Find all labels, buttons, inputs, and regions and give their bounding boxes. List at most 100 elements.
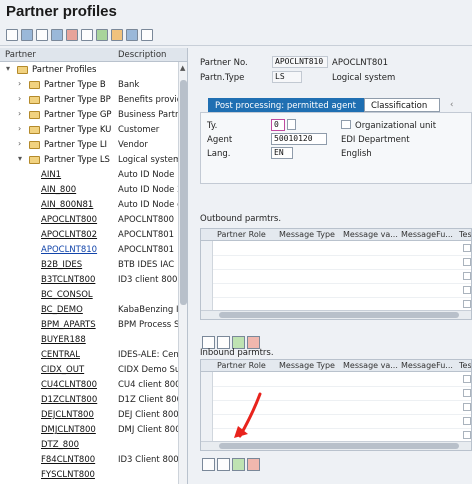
col-message-variant[interactable]: Message va...	[343, 361, 398, 370]
tree-partner[interactable]: CU4CLNT800 CU4 client 800	[0, 379, 178, 394]
col-test[interactable]: Tes	[459, 361, 471, 370]
tree-partner-label[interactable]: BPM_APARTS	[41, 320, 96, 330]
inbound-hscroll-thumb[interactable]	[219, 443, 459, 449]
tree-partner-type[interactable]: › Partner Type B Bank	[0, 79, 178, 94]
grid-row[interactable]	[213, 269, 471, 270]
expand-arrow-icon[interactable]: ›	[18, 124, 21, 133]
col-message-function[interactable]: MessageFu...	[401, 361, 453, 370]
create-inbound-icon[interactable]	[232, 458, 245, 471]
tree-partner-label[interactable]: APOCLNT802	[41, 230, 97, 240]
save-icon[interactable]	[126, 29, 138, 41]
tree-icon[interactable]	[96, 29, 108, 41]
tree-partner-label[interactable]: FYSCLNT800	[41, 470, 95, 480]
tree-partner-label[interactable]: APOCLNT800	[41, 215, 97, 225]
test-checkbox[interactable]	[463, 375, 471, 383]
tree-partner-type[interactable]: › Partner Type LI Vendor	[0, 139, 178, 154]
tree-partner[interactable]: APOCLNT800 APOCLNT800	[0, 214, 178, 229]
tree-scrollbar[interactable]: ▲	[178, 62, 187, 484]
tree-partner-label[interactable]: CENTRAL	[41, 350, 80, 360]
tree-partner[interactable]: CIDX_OUT CIDX Demo Sup	[0, 364, 178, 379]
ty-field[interactable]: 0	[271, 119, 285, 131]
col-test[interactable]: Tes	[459, 230, 471, 239]
tree-partner[interactable]: AIN_800 Auto ID Node 2	[0, 184, 178, 199]
org-unit-checkbox[interactable]	[341, 120, 351, 129]
tree-partner-label[interactable]: DMJCLNT800	[41, 425, 96, 435]
tree-partner-label[interactable]: APOCLNT810	[41, 245, 97, 255]
tree-partner-label[interactable]: BC_CONSOL	[41, 290, 93, 300]
agent-field[interactable]: 50010120	[271, 133, 327, 145]
outbound-hscroll[interactable]	[201, 310, 471, 319]
lang-field[interactable]: EN	[271, 147, 293, 159]
check-icon[interactable]	[81, 29, 93, 41]
tree-partner-label[interactable]: F84CLNT800	[41, 455, 95, 465]
tree-partner-label[interactable]: DTZ_800	[41, 440, 79, 450]
grid-row[interactable]	[213, 386, 471, 387]
col-message-function[interactable]: MessageFu...	[401, 230, 453, 239]
tree-scroll-thumb[interactable]	[180, 80, 187, 305]
tree-partner[interactable]: F84CLNT800 ID3 Client 800	[0, 454, 178, 469]
zoom-icon[interactable]	[202, 458, 215, 471]
tree-partner-type[interactable]: ▾ Partner Type LS Logical system	[0, 154, 178, 169]
collapse-arrow-icon[interactable]: ▾	[18, 154, 22, 163]
test-checkbox[interactable]	[463, 300, 471, 308]
col-message-variant[interactable]: Message va...	[343, 230, 398, 239]
col-partner-role[interactable]: Partner Role	[217, 361, 266, 370]
col-message-type[interactable]: Message Type	[279, 361, 335, 370]
tree-partner-label[interactable]: AIN_800	[41, 185, 76, 195]
tree-root[interactable]: ▾ Partner Profiles	[0, 64, 178, 79]
test-checkbox[interactable]	[463, 417, 471, 425]
tree-partner-label[interactable]: BUYER188	[41, 335, 86, 345]
collapse-arrow-icon[interactable]: ▾	[6, 64, 10, 73]
partn-type-field[interactable]: LS	[272, 71, 302, 83]
expand-arrow-icon[interactable]: ›	[18, 109, 21, 118]
copy-icon[interactable]	[36, 29, 48, 41]
tree-partner[interactable]: FYSCLNT800	[0, 469, 178, 484]
tree-partner[interactable]: AIN1 Auto ID Node 1	[0, 169, 178, 184]
tree-partner[interactable]: AIN_800N81 Auto ID Node cl	[0, 199, 178, 214]
ty-help-icon[interactable]	[287, 119, 296, 130]
tree-partner-type[interactable]: › Partner Type BP Benefits provide	[0, 94, 178, 109]
test-checkbox[interactable]	[463, 258, 471, 266]
partner-no-field[interactable]: APOCLNT810	[272, 56, 328, 68]
outbound-hscroll-thumb[interactable]	[219, 312, 459, 318]
tree-partner[interactable]: BPM_APARTS BPM Process Sa	[0, 319, 178, 334]
row-selector-column[interactable]	[201, 372, 213, 450]
expand-icon[interactable]	[111, 29, 123, 41]
delete-icon[interactable]	[51, 29, 63, 41]
expand-arrow-icon[interactable]: ›	[18, 79, 21, 88]
test-checkbox[interactable]	[463, 272, 471, 280]
tree-partner[interactable]: DTZ_800	[0, 439, 178, 454]
test-checkbox[interactable]	[463, 286, 471, 294]
tree-partner-label[interactable]: BC_DEMO	[41, 305, 83, 315]
tree-partner[interactable]: CENTRAL IDES-ALE: Centr	[0, 349, 178, 364]
grid-row[interactable]	[213, 297, 471, 298]
row-selector-column[interactable]	[201, 241, 213, 319]
delete-icon[interactable]	[247, 458, 260, 471]
tree-partner-label[interactable]: DEJCLNT800	[41, 410, 94, 420]
expand-arrow-icon[interactable]: ›	[18, 139, 21, 148]
tree-partner[interactable]: DMJCLNT800 DMJ Client 800	[0, 424, 178, 439]
test-checkbox[interactable]	[463, 403, 471, 411]
new-icon[interactable]	[6, 29, 18, 41]
test-checkbox[interactable]	[463, 244, 471, 252]
tree-partner[interactable]: B3TCLNT800 ID3 client 800	[0, 274, 178, 289]
tree-partner-label[interactable]: D1ZCLNT800	[41, 395, 97, 405]
test-checkbox[interactable]	[463, 431, 471, 439]
tree-partner-label[interactable]: B3TCLNT800	[41, 275, 95, 285]
edit-icon[interactable]	[21, 29, 33, 41]
tree-partner[interactable]: D1ZCLNT800 D1Z Client 800	[0, 394, 178, 409]
tab-post-processing[interactable]: Post processing: permitted agent	[208, 98, 364, 112]
tree-partner-label[interactable]: AIN_800N81	[41, 200, 93, 210]
tree-partner-label[interactable]: B2B_IDES	[41, 260, 82, 270]
col-partner-role[interactable]: Partner Role	[217, 230, 266, 239]
tree-partner[interactable]: BC_CONSOL	[0, 289, 178, 304]
col-message-type[interactable]: Message Type	[279, 230, 335, 239]
tab-classification[interactable]: Classification	[364, 98, 440, 112]
tree-partner[interactable]: DEJCLNT800 DEJ Client 800 -	[0, 409, 178, 424]
grid-row[interactable]	[213, 255, 471, 256]
trash-icon[interactable]	[66, 29, 78, 41]
tab-scroll-left-icon[interactable]: ‹	[450, 100, 453, 110]
tree-partner[interactable]: BC_DEMO KabaBenzing In	[0, 304, 178, 319]
inbound-hscroll[interactable]	[201, 441, 471, 450]
tree-partner[interactable]: BUYER188	[0, 334, 178, 349]
